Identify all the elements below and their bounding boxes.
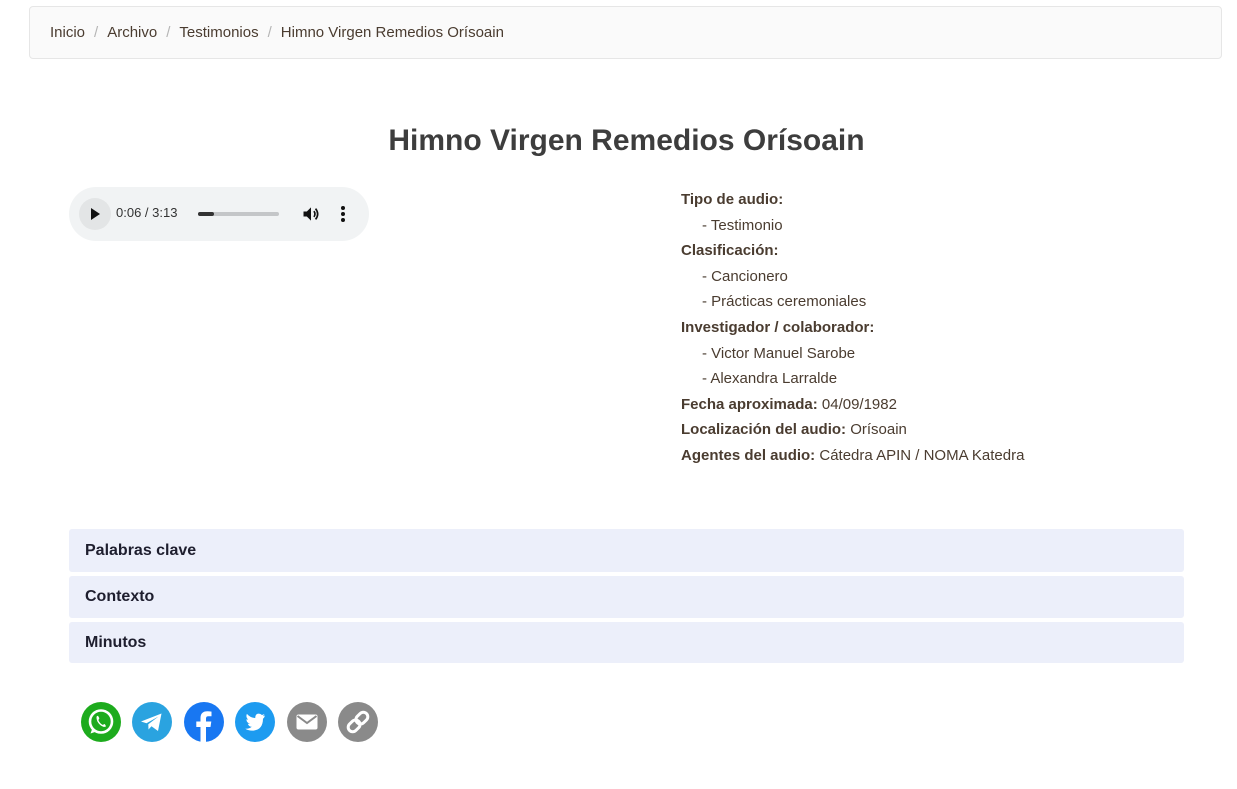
more-vertical-icon xyxy=(341,206,345,222)
whatsapp-icon[interactable] xyxy=(81,702,121,742)
date-value: 04/09/1982 xyxy=(821,395,897,413)
breadcrumb: Inicio / Archivo / Testimonios / Himno V… xyxy=(29,6,1222,59)
location-label: Localización del audio: xyxy=(681,421,847,439)
accordion-context-label: Contexto xyxy=(85,588,155,605)
page-title: Himno Virgen Remedios Orísoain xyxy=(388,124,865,157)
classification-item: - Prácticas ceremoniales xyxy=(702,293,867,311)
researcher-item: - Victor Manuel Sarobe xyxy=(702,344,856,362)
more-options-button[interactable] xyxy=(337,204,349,229)
breadcrumb-current: Himno Virgen Remedios Orísoain xyxy=(280,24,504,41)
breadcrumb-home-link[interactable]: Inicio xyxy=(50,24,85,41)
play-icon xyxy=(91,208,100,220)
date-row: Fecha aproximada: 04/09/1982 xyxy=(681,392,1024,418)
telegram-icon[interactable] xyxy=(132,702,172,742)
breadcrumb-separator: / xyxy=(166,24,171,41)
facebook-icon[interactable] xyxy=(184,702,224,742)
progress-fill xyxy=(198,212,215,216)
classification-label: Clasificación: xyxy=(681,242,779,260)
agents-row: Agentes del audio: Cátedra APIN / NOMA K… xyxy=(681,443,1024,469)
progress-slider[interactable] xyxy=(198,212,279,216)
play-button[interactable] xyxy=(79,198,111,230)
agents-label: Agentes del audio: xyxy=(681,446,816,464)
accordion-minutes-label: Minutos xyxy=(85,633,147,651)
researcher-item: - Alexandra Larralde xyxy=(702,370,838,388)
classification-item: - Cancionero xyxy=(702,267,788,285)
volume-button[interactable] xyxy=(301,204,321,229)
location-value: Orísoain xyxy=(850,421,907,439)
researcher-label: Investigador / colaborador: xyxy=(681,318,875,336)
twitter-icon[interactable] xyxy=(235,702,275,742)
breadcrumb-separator: / xyxy=(267,24,272,41)
breadcrumb-separator: / xyxy=(94,24,99,41)
audio-type-item: - Testimonio xyxy=(702,216,783,234)
accordion-minutes[interactable]: Minutos xyxy=(69,622,1184,663)
audio-player: 0:06 / 3:13 xyxy=(69,187,369,241)
accordion-keywords[interactable]: Palabras clave xyxy=(69,529,1184,572)
link-icon[interactable] xyxy=(338,702,378,742)
volume-icon xyxy=(303,207,319,221)
audio-metadata: Tipo de audio: - Testimonio Clasificació… xyxy=(681,187,1024,469)
time-display: 0:06 / 3:13 xyxy=(116,205,178,220)
agents-value: Cátedra APIN / NOMA Katedra xyxy=(819,446,1025,464)
email-icon[interactable] xyxy=(287,702,327,742)
audio-type-label: Tipo de audio: xyxy=(681,191,784,208)
accordion-keywords-label: Palabras clave xyxy=(85,541,197,559)
location-row: Localización del audio: Orísoain xyxy=(681,417,1024,443)
date-label: Fecha aproximada: xyxy=(681,395,818,413)
breadcrumb-testimonies-link[interactable]: Testimonios xyxy=(179,24,258,41)
breadcrumb-archive-link[interactable]: Archivo xyxy=(107,24,157,41)
accordion-context[interactable]: Contexto xyxy=(69,576,1184,618)
